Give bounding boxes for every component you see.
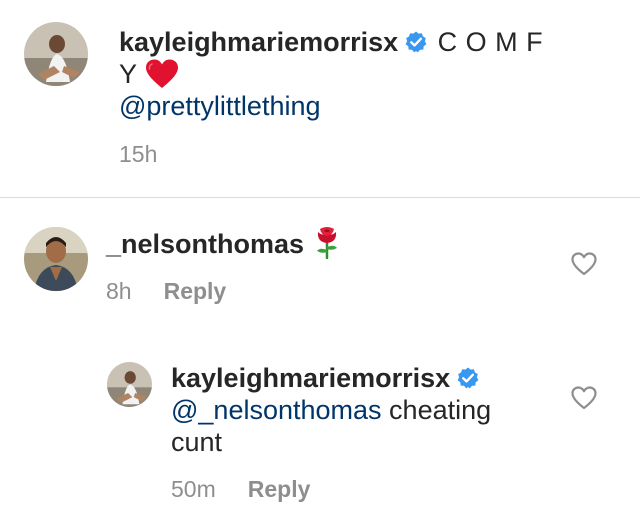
reply-meta: 50m Reply — [171, 476, 310, 503]
caption-mention-link[interactable]: @prettylittlething — [119, 91, 321, 121]
caption-avatar[interactable] — [24, 22, 88, 86]
comment-timestamp: 8h — [106, 278, 132, 304]
reply-username[interactable]: kayleighmariemorrisx — [171, 363, 450, 393]
verified-badge-icon — [404, 30, 428, 54]
caption-text: kayleighmariemorrisx C O M F Y @prettyli… — [119, 26, 549, 122]
reply-reply-button[interactable]: Reply — [248, 476, 311, 502]
reply-mention-link[interactable]: @_nelsonthomas — [171, 395, 382, 425]
comment-username[interactable]: _nelsonthomas — [106, 229, 304, 259]
reply-timestamp: 50m — [171, 476, 216, 502]
comment-text: _nelsonthomas — [106, 225, 546, 260]
reply-text: kayleighmariemorrisx @_nelsonthomas chea… — [171, 362, 531, 458]
comment-like-heart-icon[interactable] — [571, 252, 597, 276]
comment-meta: 8h Reply — [106, 278, 226, 305]
red-heart-icon — [145, 59, 179, 89]
comment-avatar[interactable] — [24, 227, 88, 291]
caption-divider — [0, 197, 640, 198]
caption-username[interactable]: kayleighmariemorrisx — [119, 27, 398, 57]
comment-reply-button[interactable]: Reply — [164, 278, 227, 304]
verified-badge-icon — [456, 366, 480, 390]
caption-timestamp: 15h — [119, 141, 158, 167]
rose-icon — [312, 225, 342, 259]
reply-avatar[interactable] — [107, 362, 152, 407]
reply-like-heart-icon[interactable] — [571, 386, 597, 410]
caption-meta: 15h — [119, 141, 157, 168]
